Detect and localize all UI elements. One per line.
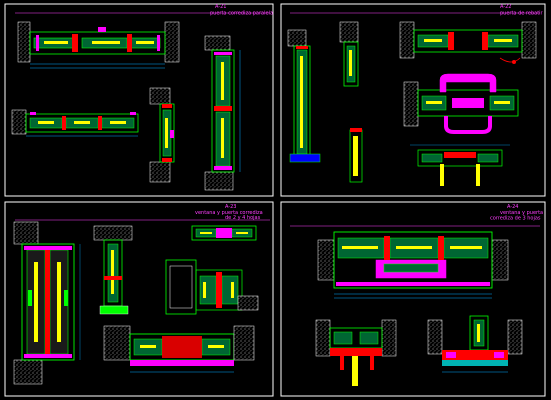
sheet-title-tr: puerta de rebatir — [500, 11, 544, 17]
cad-drawing-canvas: A-21 puerta corrediza paralela A-22 puer… — [0, 0, 551, 400]
sheet-title-br-2: corrediza de 3 hojas — [490, 216, 541, 222]
sheet-code-tr: A-22 — [500, 4, 511, 10]
detail-br-sill-right — [427, 315, 523, 373]
sheet-code-tl: A-21 — [215, 4, 226, 10]
sheet-title-bl-2: de 2 y 4 hojas — [225, 215, 261, 221]
sheet-title-tl: puerta corrediza paralela — [210, 11, 273, 17]
detail-tl-lower-section — [11, 109, 139, 137]
